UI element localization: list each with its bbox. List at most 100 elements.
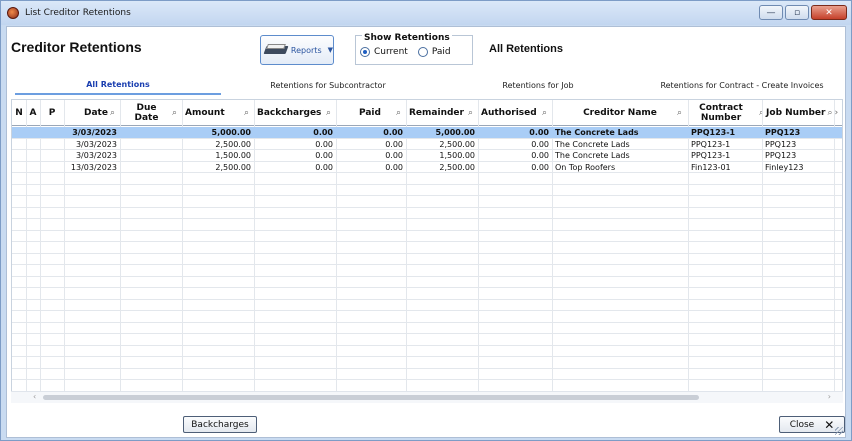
col-due-date[interactable]: Due Date ⌕ bbox=[120, 100, 182, 126]
search-icon[interactable]: ⌕ bbox=[396, 108, 401, 118]
empty-row[interactable] bbox=[12, 300, 842, 311]
empty-row[interactable] bbox=[12, 311, 842, 323]
col-remainder[interactable]: Remainder ⌕ bbox=[406, 100, 478, 126]
cell-job-number: PPQ123 bbox=[765, 139, 797, 149]
scroll-left-icon[interactable]: ‹ bbox=[33, 392, 36, 401]
resize-grip-icon[interactable] bbox=[835, 427, 843, 435]
backcharges-label: Backcharges bbox=[191, 419, 249, 430]
col-amount[interactable]: Amount ⌕ bbox=[182, 100, 254, 126]
reports-label: Reports bbox=[290, 45, 322, 55]
empty-row[interactable] bbox=[12, 254, 842, 265]
close-label: Close bbox=[789, 419, 815, 430]
book-icon bbox=[263, 44, 289, 56]
cell-date: 13/03/2023 bbox=[70, 162, 117, 172]
empty-row[interactable] bbox=[12, 323, 842, 334]
col-a[interactable]: A bbox=[26, 100, 40, 126]
col-job-number[interactable]: ⌕Job Number⌕› bbox=[754, 100, 842, 126]
search-icon[interactable]: ⌕ bbox=[244, 108, 249, 118]
cell-job-number: PPQ123 bbox=[765, 151, 797, 160]
cell-remainder: 2,500.00 bbox=[439, 162, 475, 172]
chevron-down-icon: ▼ bbox=[327, 46, 333, 54]
search-icon[interactable]: ⌕ bbox=[172, 108, 177, 118]
cell-authorised: 0.00 bbox=[531, 151, 549, 160]
cell-paid: 0.00 bbox=[385, 162, 403, 172]
empty-row[interactable] bbox=[12, 288, 842, 300]
search-icon[interactable]: ⌕ bbox=[326, 108, 331, 118]
empty-row[interactable] bbox=[12, 346, 842, 357]
col-creditor-name[interactable]: Creditor Name ⌕ bbox=[552, 100, 688, 126]
cell-remainder: 1,500.00 bbox=[439, 151, 475, 160]
cell-backcharges: 0.00 bbox=[315, 151, 333, 160]
tab-retentions-for-job[interactable]: Retentions for Job bbox=[435, 75, 641, 95]
search-icon[interactable]: ⌕ bbox=[677, 108, 682, 118]
col-n[interactable]: N bbox=[12, 100, 26, 126]
cell-authorised: 0.00 bbox=[531, 162, 549, 172]
table-row[interactable]: 3/03/2023 5,000.00 0.00 0.00 5,000.00 0.00 The… bbox=[12, 127, 842, 139]
paid-radio[interactable] bbox=[417, 47, 428, 57]
empty-row[interactable] bbox=[12, 369, 842, 380]
col-date[interactable]: Date ⌕ bbox=[64, 100, 120, 126]
table-row[interactable]: 3/03/2023 1,500.00 0.00 0.00 1,500.00 0.00 The… bbox=[12, 150, 842, 162]
col-contract-number[interactable]: Contract Number bbox=[688, 100, 754, 126]
retentions-grid[interactable]: N A P Date ⌕ Due Date ⌕ Amount ⌕ Backcharge… bbox=[11, 99, 843, 403]
cell-date: 3/03/2023 bbox=[75, 139, 117, 149]
current-radio[interactable] bbox=[360, 47, 370, 57]
search-icon[interactable]: ⌕ bbox=[827, 108, 832, 118]
tab-retentions-for-contract[interactable]: Retentions for Contract - Create Invoice… bbox=[641, 75, 843, 95]
backcharges-button[interactable]: Backcharges bbox=[183, 416, 257, 433]
cell-remainder: 2,500.00 bbox=[439, 139, 475, 149]
grid-header: N A P Date ⌕ Due Date ⌕ Amount ⌕ Backcharge… bbox=[12, 100, 842, 126]
cell-due-date bbox=[120, 139, 182, 150]
cell-amount: 5,000.00 bbox=[211, 128, 251, 137]
tab-retentions-for-subcontractor[interactable]: Retentions for Subcontractor bbox=[225, 75, 431, 95]
minimize-button[interactable]: — bbox=[759, 5, 783, 20]
cell-paid: 0.00 bbox=[385, 151, 403, 160]
col-paid[interactable]: Paid ⌕ bbox=[336, 100, 406, 126]
cell-creditor-name: The Concrete Lads bbox=[555, 139, 630, 149]
empty-row[interactable] bbox=[12, 185, 842, 196]
cell-authorised: 0.00 bbox=[529, 128, 549, 137]
empty-row[interactable] bbox=[12, 357, 842, 369]
empty-row[interactable] bbox=[12, 231, 842, 242]
empty-row[interactable] bbox=[12, 173, 842, 185]
empty-row[interactable] bbox=[12, 265, 842, 277]
maximize-button[interactable]: ▫ bbox=[785, 5, 809, 20]
cell-amount: 1,500.00 bbox=[215, 151, 251, 160]
app-icon bbox=[7, 7, 19, 19]
search-icon[interactable]: ⌕ bbox=[110, 108, 115, 118]
empty-row[interactable] bbox=[12, 196, 842, 208]
scroll-right-icon[interactable]: › bbox=[828, 392, 831, 401]
cell-job-number: PPQ123 bbox=[765, 128, 801, 137]
cell-date: 3/03/2023 bbox=[72, 128, 117, 137]
close-icon: ✕ bbox=[824, 417, 835, 432]
empty-row[interactable] bbox=[12, 219, 842, 231]
col-authorised[interactable]: Authorised ⌕ bbox=[478, 100, 552, 126]
scrollbar-thumb[interactable] bbox=[43, 395, 699, 400]
tab-all-retentions[interactable]: All Retentions bbox=[15, 75, 221, 95]
chevron-right-icon[interactable]: › bbox=[835, 108, 839, 118]
window-close-button[interactable]: ✕ bbox=[811, 5, 847, 20]
empty-row[interactable] bbox=[12, 208, 842, 219]
col-backcharges[interactable]: Backcharges ⌕ bbox=[254, 100, 336, 126]
show-retentions-label: Show Retentions bbox=[362, 33, 452, 43]
cell-amount: 2,500.00 bbox=[215, 162, 251, 172]
cell-backcharges: 0.00 bbox=[313, 128, 333, 137]
empty-row[interactable] bbox=[12, 277, 842, 288]
cell-contract-number: Fin123-01 bbox=[691, 162, 731, 172]
col-p[interactable]: P bbox=[40, 100, 64, 126]
search-icon[interactable]: ⌕ bbox=[468, 108, 473, 118]
horizontal-scrollbar[interactable]: ‹ › bbox=[11, 391, 843, 403]
table-row[interactable]: 3/03/2023 2,500.00 0.00 0.00 2,500.00 0.00 The… bbox=[12, 139, 842, 150]
table-row[interactable]: 13/03/2023 2,500.00 0.00 0.00 2,500.00 0.00 On… bbox=[12, 162, 842, 173]
empty-row[interactable] bbox=[12, 334, 842, 346]
maximize-icon: ▫ bbox=[793, 7, 801, 18]
search-icon[interactable]: ⌕ bbox=[542, 108, 547, 118]
reports-button[interactable]: Reports ▼ bbox=[260, 35, 334, 65]
empty-row[interactable] bbox=[12, 380, 842, 392]
cell-backcharges: 0.00 bbox=[315, 139, 333, 149]
cell-job-number: Finley123 bbox=[765, 162, 804, 172]
empty-row[interactable] bbox=[12, 242, 842, 254]
cell-paid: 0.00 bbox=[383, 128, 403, 137]
cell-remainder: 5,000.00 bbox=[435, 128, 475, 137]
client-area: Creditor Retentions Reports ▼ Show Reten… bbox=[6, 26, 846, 438]
